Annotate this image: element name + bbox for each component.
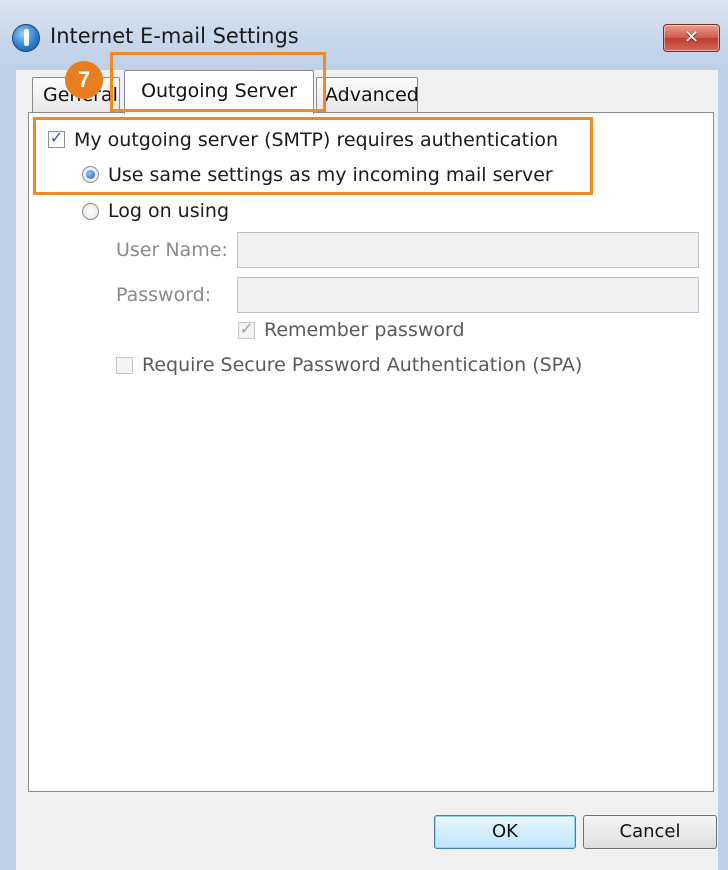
spa-checkbox[interactable]	[116, 357, 133, 374]
username-field[interactable]	[237, 232, 699, 268]
tab-advanced-label: Advanced	[325, 84, 419, 106]
smtp-auth-label: My outgoing server (SMTP) requires authe…	[74, 129, 559, 151]
outlook-settings-icon	[12, 24, 40, 52]
title-bar[interactable]: Internet E-mail Settings ✕	[0, 0, 728, 70]
checkmark-icon: ✓	[49, 128, 64, 147]
tab-advanced[interactable]: Advanced	[316, 77, 419, 113]
window-border-left	[0, 70, 16, 870]
remember-password-label: Remember password	[264, 319, 465, 341]
radio-selected-dot-icon	[86, 170, 95, 179]
username-label: User Name:	[116, 239, 228, 261]
password-label: Password:	[116, 284, 212, 306]
tab-outgoing-server-label: Outgoing Server	[141, 80, 297, 102]
same-settings-radio[interactable]	[82, 166, 99, 183]
logon-using-radio[interactable]	[82, 203, 99, 220]
cancel-button[interactable]: Cancel	[583, 815, 717, 849]
close-icon: ✕	[683, 27, 700, 48]
logon-using-label: Log on using	[108, 200, 230, 222]
remember-password-checkbox[interactable]: ✓	[238, 319, 255, 339]
dialog-window: Internet E-mail Settings ✕ General Advan…	[0, 0, 728, 870]
dialog-title: Internet E-mail Settings	[50, 24, 299, 48]
spa-label: Require Secure Password Authentication (…	[142, 354, 583, 376]
close-button[interactable]: ✕	[663, 24, 720, 52]
password-field[interactable]	[237, 277, 699, 313]
step-number-badge: 7	[65, 61, 103, 99]
window-border-right	[718, 70, 728, 870]
tab-outgoing-server[interactable]: Outgoing Server	[124, 70, 314, 114]
checkmark-icon: ✓	[239, 319, 254, 338]
ok-button[interactable]: OK	[434, 815, 576, 849]
same-settings-label: Use same settings as my incoming mail se…	[108, 164, 553, 186]
smtp-auth-checkbox[interactable]: ✓	[48, 128, 65, 148]
